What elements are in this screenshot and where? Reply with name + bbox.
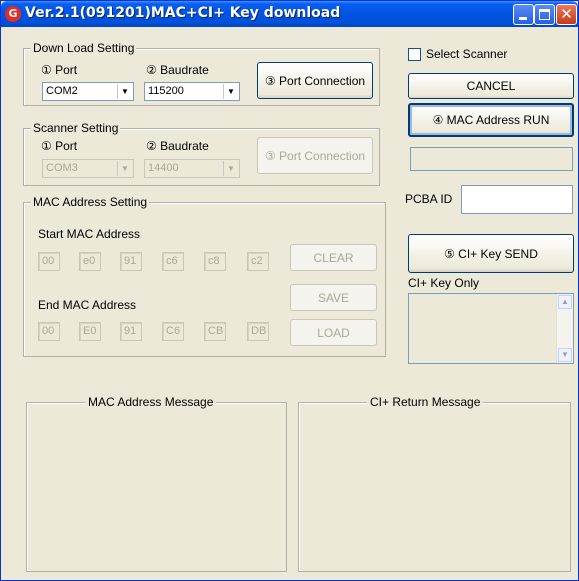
start-mac-octet-1[interactable]: 00 (38, 252, 60, 271)
download-port-connection-button[interactable]: ③ Port Connection (257, 62, 373, 99)
end-mac-octet-2[interactable]: E0 (79, 322, 101, 341)
close-icon: ✕ (560, 5, 573, 23)
start-mac-octet-5[interactable]: c8 (204, 252, 226, 271)
scanner-port-connection-button[interactable]: ③ Port Connection (257, 137, 373, 174)
download-port-select[interactable]: COM2 ▼ (42, 82, 134, 101)
chevron-down-icon[interactable]: ▼ (117, 161, 132, 176)
pcba-id-label: PCBA ID (405, 192, 453, 206)
minimize-button[interactable] (513, 4, 534, 25)
download-port-value: COM2 (46, 85, 78, 97)
scanner-port-value: COM3 (46, 162, 78, 174)
close-button[interactable]: ✕ (556, 4, 577, 25)
download-baudrate-label: ② Baudrate (146, 63, 209, 77)
mac-address-run-button[interactable]: ④ MAC Address RUN (408, 103, 574, 137)
main-window: G Ver.2.1(091201)MAC+CI+ Key download ✕ … (0, 0, 579, 581)
maximize-button[interactable] (534, 4, 555, 25)
scanner-port-select[interactable]: COM3 ▼ (42, 159, 134, 178)
ci-key-scrollbar[interactable]: ▲ ▼ (556, 294, 573, 363)
end-mac-octet-4[interactable]: C6 (162, 322, 184, 341)
load-button[interactable]: LOAD (290, 319, 377, 346)
title-bar[interactable]: G Ver.2.1(091201)MAC+CI+ Key download ✕ (1, 1, 578, 27)
download-baudrate-value: 115200 (148, 85, 184, 97)
cancel-button[interactable]: CANCEL (408, 73, 574, 99)
download-settings-title: Down Load Setting (31, 41, 137, 55)
download-baudrate-select[interactable]: 115200 ▼ (144, 82, 240, 101)
select-scanner-checkbox[interactable] (408, 48, 421, 61)
start-mac-octet-3[interactable]: 91 (120, 252, 142, 271)
ci-return-message-area[interactable]: CI+ Return Message (298, 395, 571, 572)
chevron-down-icon[interactable]: ▼ (117, 84, 132, 99)
status-field[interactable] (410, 147, 573, 171)
maximize-icon (539, 9, 550, 20)
end-mac-octet-5[interactable]: CB (204, 322, 226, 341)
ci-key-send-button[interactable]: ⑤ CI+ Key SEND (408, 234, 574, 273)
ci-key-only-textarea[interactable]: ▲ ▼ (408, 293, 574, 364)
end-mac-octet-1[interactable]: 00 (38, 322, 60, 341)
minimize-icon (519, 17, 527, 20)
chevron-down-icon[interactable]: ▼ (223, 161, 238, 176)
pcba-id-input[interactable] (461, 185, 573, 214)
scanner-port-label: ① Port (41, 139, 78, 153)
mac-settings-title: MAC Address Setting (31, 195, 150, 209)
clear-button[interactable]: CLEAR (290, 244, 377, 271)
start-mac-label: Start MAC Address (38, 227, 141, 241)
start-mac-octet-2[interactable]: e0 (79, 252, 101, 271)
download-port-label: ① Port (41, 63, 78, 77)
mac-message-area[interactable]: MAC Address Message (26, 395, 287, 572)
scanner-baudrate-select[interactable]: 14400 ▼ (144, 159, 240, 178)
scanner-baudrate-label: ② Baudrate (146, 139, 209, 153)
end-mac-octet-6[interactable]: DB (247, 322, 269, 341)
start-mac-octet-4[interactable]: c6 (162, 252, 184, 271)
select-scanner-label: Select Scanner (426, 47, 508, 61)
end-mac-label: End MAC Address (38, 298, 137, 312)
ci-return-message-title: CI+ Return Message (367, 395, 484, 409)
ci-key-only-label: CI+ Key Only (408, 276, 480, 290)
end-mac-octet-3[interactable]: 91 (120, 322, 142, 341)
save-button[interactable]: SAVE (290, 284, 377, 311)
start-mac-octet-6[interactable]: c2 (247, 252, 269, 271)
scroll-up-icon[interactable]: ▲ (558, 295, 572, 309)
scanner-settings-title: Scanner Setting (31, 121, 121, 135)
scroll-down-icon[interactable]: ▼ (558, 348, 572, 362)
window-title: Ver.2.1(091201)MAC+CI+ Key download (25, 5, 341, 21)
mac-message-title: MAC Address Message (85, 395, 217, 409)
chevron-down-icon[interactable]: ▼ (223, 84, 238, 99)
scanner-baudrate-value: 14400 (148, 162, 179, 174)
app-logo-icon: G (5, 6, 21, 22)
